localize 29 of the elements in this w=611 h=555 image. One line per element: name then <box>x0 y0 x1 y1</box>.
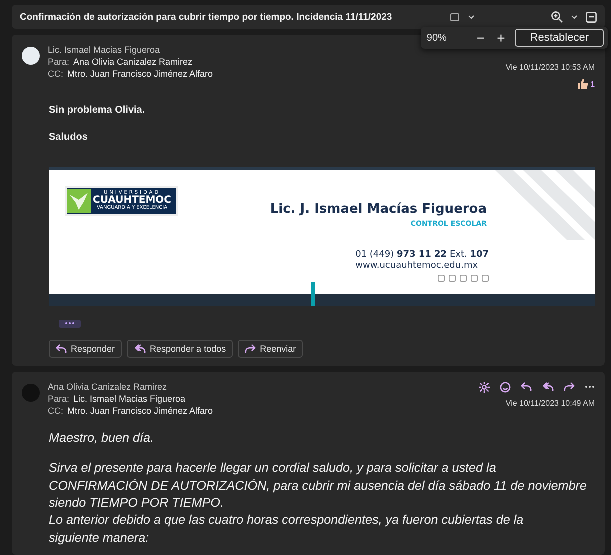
logo-text: CUAUHTEMOC <box>93 196 172 206</box>
to-label: Para: <box>48 57 70 68</box>
reset-button[interactable]: Restablecer <box>515 29 604 47</box>
email-subject: Confirmación de autorización para cubrir tiempo por tiempo. Incidencia 11/11/2023 <box>20 12 394 23</box>
forward-button[interactable]: Reenviar <box>238 340 304 358</box>
zoom-level: 90% <box>426 32 448 44</box>
sender-name: Lic. Ismael Macias Figueroa <box>48 45 162 56</box>
message-paragraph: Sirva el presente para hacerle llegar un cordial saludo, y para solicitar a usted la CONFIRMACIÓN DE AUTORIZACIÓN, para cubrir mi ausencia del día sábado 11 de noviembre siendo TIEMPO POR TIEMPO. Lo anterior debido a que las cuatro horas correspondientes, ya fueron cubiertas de la siguiente manera: <box>49 460 588 547</box>
signature-website: www.ucuauhtemoc.edu.mx <box>356 260 480 271</box>
reply-button[interactable]: Responder <box>49 340 122 358</box>
zoom-in-button[interactable]: + <box>495 31 508 45</box>
cc-label: CC: <box>48 406 64 416</box>
message-date: Vie 10/11/2023 10:49 AM <box>506 398 595 408</box>
signature-phone: 01 (449) 973 11 22 Ext. 107 <box>356 250 489 260</box>
cc-label: CC: <box>48 69 64 80</box>
message-paragraph: Maestro, buen día. <box>49 430 156 447</box>
reaction-count: 1 <box>590 80 595 89</box>
signature-name: Lic. J. Ismael Macías Figueroa <box>270 202 487 217</box>
message-paragraph: Saludos <box>49 130 89 145</box>
to-label: Para: <box>48 394 70 404</box>
cc-name: Mtro. Juan Francisco Jiménez Alfaro <box>68 406 214 416</box>
message-paragraph: Sin problema Olivia. <box>49 104 146 118</box>
recipient-name: Ana Olivia Canizalez Ramirez <box>74 57 193 68</box>
sender-name: Ana Olivia Canizalez Ramirez <box>48 382 168 392</box>
reply-all-button[interactable]: Responder a todos <box>127 340 234 358</box>
message-date: Vie 10/11/2023 10:53 AM <box>506 63 595 72</box>
cc-name: Mtro. Juan Francisco Jiménez Alfaro <box>68 69 214 80</box>
recipient-name: Lic. Ismael Macias Figueroa <box>74 394 186 404</box>
zoom-out-button[interactable]: − <box>474 31 488 45</box>
